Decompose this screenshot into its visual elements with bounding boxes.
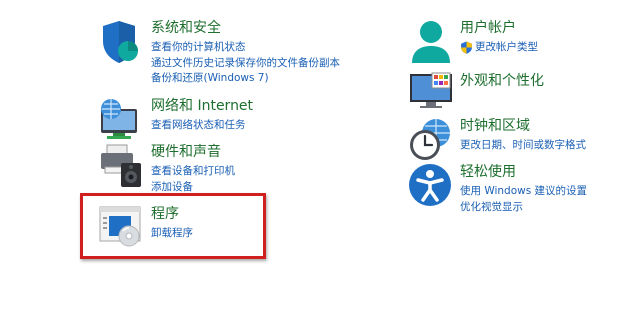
link-file-history-backup[interactable]: 通过文件历史记录保存你的文件备份副本	[151, 56, 340, 72]
network-globe-icon[interactable]	[99, 97, 145, 143]
link-change-date-time-format[interactable]: 更改日期、时间或数字格式	[460, 138, 586, 154]
category-links: 使用 Windows 建议的设置 优化视觉显示	[460, 184, 587, 215]
printer-speaker-icon[interactable]	[99, 143, 145, 189]
accessibility-icon[interactable]	[408, 163, 454, 209]
link-windows-recommended-settings[interactable]: 使用 Windows 建议的设置	[460, 184, 587, 200]
category-links: 更改日期、时间或数字格式	[460, 138, 586, 154]
link-backup-restore[interactable]: 备份和还原(Windows 7)	[151, 71, 340, 87]
link-label: 更改帐户类型	[475, 41, 538, 53]
uac-shield-icon	[461, 41, 472, 55]
category-title[interactable]: 网络和 Internet	[151, 97, 253, 115]
category-links: 查看网络状态和任务	[151, 118, 246, 134]
monitor-personalize-icon[interactable]	[408, 72, 454, 118]
category-title[interactable]: 系统和安全	[151, 19, 221, 37]
category-title[interactable]: 外观和个性化	[460, 72, 544, 90]
link-view-computer-status[interactable]: 查看你的计算机状态	[151, 40, 340, 56]
clock-globe-icon[interactable]	[408, 117, 454, 163]
user-icon[interactable]	[408, 19, 454, 65]
category-title[interactable]: 时钟和区域	[460, 117, 530, 135]
shield-icon[interactable]	[99, 19, 145, 65]
link-view-network-status[interactable]: 查看网络状态和任务	[151, 118, 246, 134]
category-links: 更改帐户类型	[460, 40, 538, 56]
category-links: 查看设备和打印机 添加设备	[151, 164, 235, 195]
link-optimize-visual-display[interactable]: 优化视觉显示	[460, 200, 587, 216]
category-title[interactable]: 用户帐户	[460, 19, 516, 37]
highlight-box	[80, 193, 266, 259]
link-change-account-type[interactable]: 更改帐户类型	[460, 40, 538, 56]
link-devices-printers[interactable]: 查看设备和打印机	[151, 164, 235, 180]
category-title[interactable]: 硬件和声音	[151, 143, 221, 161]
category-links: 查看你的计算机状态 通过文件历史记录保存你的文件备份副本 备份和还原(Windo…	[151, 40, 340, 87]
category-title[interactable]: 轻松使用	[460, 163, 516, 181]
